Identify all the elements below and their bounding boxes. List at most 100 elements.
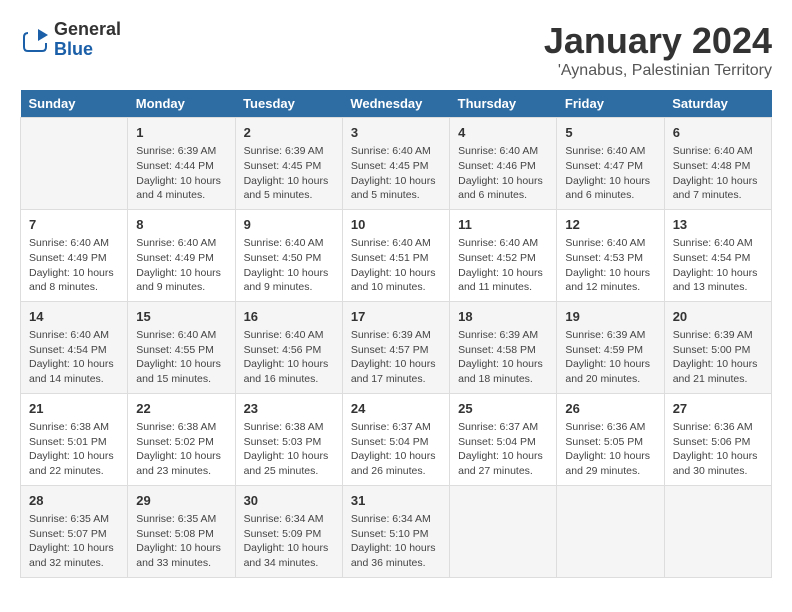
day-number: 20 <box>673 308 763 326</box>
calendar-week-row: 21Sunrise: 6:38 AM Sunset: 5:01 PM Dayli… <box>21 393 772 485</box>
calendar-cell: 9 Sunrise: 6:40 AM Sunset: 4:50 PM Daylig… <box>235 209 342 301</box>
day-number: 4 <box>458 124 548 142</box>
calendar-week-row: 1 Sunrise: 6:39 AM Sunset: 4:44 PM Daylig… <box>21 118 772 210</box>
day-number: 3 <box>351 124 441 142</box>
calendar-body: 1 Sunrise: 6:39 AM Sunset: 4:44 PM Daylig… <box>21 118 772 578</box>
calendar-cell: 27 Sunrise: 6:36 AM Sunset: 5:06 PM Dayli… <box>664 393 771 485</box>
title-section: January 2024 'Aynabus, Palestinian Terri… <box>544 20 772 80</box>
logo: General Blue <box>20 20 121 60</box>
day-info: Sunrise: 6:40 AM Sunset: 4:47 PM Dayligh… <box>565 144 655 203</box>
day-info: Sunrise: 6:36 AM Sunset: 5:05 PM Dayligh… <box>565 420 655 479</box>
calendar-cell: 8 Sunrise: 6:40 AM Sunset: 4:49 PM Daylig… <box>128 209 235 301</box>
day-info: Sunrise: 6:40 AM Sunset: 4:53 PM Dayligh… <box>565 236 655 295</box>
day-info: Sunrise: 6:38 AM Sunset: 5:03 PM Dayligh… <box>244 420 334 479</box>
day-info: Sunrise: 6:40 AM Sunset: 4:50 PM Dayligh… <box>244 236 334 295</box>
day-info: Sunrise: 6:38 AM Sunset: 5:02 PM Dayligh… <box>136 420 226 479</box>
calendar-cell: 20 Sunrise: 6:39 AM Sunset: 5:00 PM Dayli… <box>664 301 771 393</box>
day-number: 26 <box>565 400 655 418</box>
header-row: SundayMondayTuesdayWednesdayThursdayFrid… <box>21 90 772 118</box>
calendar-cell: 18Sunrise: 6:39 AM Sunset: 4:58 PM Dayli… <box>450 301 557 393</box>
calendar-cell: 15 Sunrise: 6:40 AM Sunset: 4:55 PM Dayli… <box>128 301 235 393</box>
calendar-cell: 29 Sunrise: 6:35 AM Sunset: 5:08 PM Dayli… <box>128 485 235 577</box>
calendar-cell: 5 Sunrise: 6:40 AM Sunset: 4:47 PM Daylig… <box>557 118 664 210</box>
day-number: 25 <box>458 400 548 418</box>
calendar-cell: 6Sunrise: 6:40 AM Sunset: 4:48 PM Daylig… <box>664 118 771 210</box>
header-day: Sunday <box>21 90 128 118</box>
day-number: 1 <box>136 124 226 142</box>
calendar-cell: 16 Sunrise: 6:40 AM Sunset: 4:56 PM Dayli… <box>235 301 342 393</box>
calendar-cell: 22 Sunrise: 6:38 AM Sunset: 5:02 PM Dayli… <box>128 393 235 485</box>
day-info: Sunrise: 6:39 AM Sunset: 5:00 PM Dayligh… <box>673 328 763 387</box>
calendar-cell: 11 Sunrise: 6:40 AM Sunset: 4:52 PM Dayli… <box>450 209 557 301</box>
calendar-cell: 2 Sunrise: 6:39 AM Sunset: 4:45 PM Daylig… <box>235 118 342 210</box>
day-info: Sunrise: 6:39 AM Sunset: 4:44 PM Dayligh… <box>136 144 226 203</box>
day-number: 22 <box>136 400 226 418</box>
day-number: 2 <box>244 124 334 142</box>
calendar-week-row: 28Sunrise: 6:35 AM Sunset: 5:07 PM Dayli… <box>21 485 772 577</box>
calendar-cell: 14Sunrise: 6:40 AM Sunset: 4:54 PM Dayli… <box>21 301 128 393</box>
day-info: Sunrise: 6:36 AM Sunset: 5:06 PM Dayligh… <box>673 420 763 479</box>
calendar-cell: 24 Sunrise: 6:37 AM Sunset: 5:04 PM Dayli… <box>342 393 449 485</box>
logo-general: General <box>54 20 121 40</box>
calendar-cell: 19 Sunrise: 6:39 AM Sunset: 4:59 PM Dayli… <box>557 301 664 393</box>
calendar-cell: 10 Sunrise: 6:40 AM Sunset: 4:51 PM Dayli… <box>342 209 449 301</box>
day-info: Sunrise: 6:40 AM Sunset: 4:55 PM Dayligh… <box>136 328 226 387</box>
day-number: 27 <box>673 400 763 418</box>
calendar-cell: 13 Sunrise: 6:40 AM Sunset: 4:54 PM Dayli… <box>664 209 771 301</box>
day-info: Sunrise: 6:39 AM Sunset: 4:59 PM Dayligh… <box>565 328 655 387</box>
day-info: Sunrise: 6:34 AM Sunset: 5:09 PM Dayligh… <box>244 512 334 571</box>
day-number: 10 <box>351 216 441 234</box>
day-number: 9 <box>244 216 334 234</box>
main-title: January 2024 <box>544 20 772 62</box>
day-number: 11 <box>458 216 548 234</box>
calendar-cell <box>21 118 128 210</box>
day-number: 5 <box>565 124 655 142</box>
day-info: Sunrise: 6:37 AM Sunset: 5:04 PM Dayligh… <box>458 420 548 479</box>
day-number: 7 <box>29 216 119 234</box>
day-info: Sunrise: 6:40 AM Sunset: 4:54 PM Dayligh… <box>673 236 763 295</box>
day-info: Sunrise: 6:39 AM Sunset: 4:45 PM Dayligh… <box>244 144 334 203</box>
day-info: Sunrise: 6:40 AM Sunset: 4:52 PM Dayligh… <box>458 236 548 295</box>
day-info: Sunrise: 6:35 AM Sunset: 5:08 PM Dayligh… <box>136 512 226 571</box>
header-day: Monday <box>128 90 235 118</box>
logo-blue: Blue <box>54 40 121 60</box>
calendar-cell <box>664 485 771 577</box>
day-number: 29 <box>136 492 226 510</box>
header-day: Friday <box>557 90 664 118</box>
day-number: 8 <box>136 216 226 234</box>
day-info: Sunrise: 6:40 AM Sunset: 4:45 PM Dayligh… <box>351 144 441 203</box>
day-number: 15 <box>136 308 226 326</box>
calendar-cell: 28Sunrise: 6:35 AM Sunset: 5:07 PM Dayli… <box>21 485 128 577</box>
logo-icon <box>20 25 50 55</box>
calendar-cell <box>450 485 557 577</box>
header-day: Saturday <box>664 90 771 118</box>
day-info: Sunrise: 6:40 AM Sunset: 4:51 PM Dayligh… <box>351 236 441 295</box>
day-number: 24 <box>351 400 441 418</box>
day-number: 6 <box>673 124 763 142</box>
calendar-week-row: 14Sunrise: 6:40 AM Sunset: 4:54 PM Dayli… <box>21 301 772 393</box>
calendar-cell: 12Sunrise: 6:40 AM Sunset: 4:53 PM Dayli… <box>557 209 664 301</box>
calendar-cell: 25 Sunrise: 6:37 AM Sunset: 5:04 PM Dayli… <box>450 393 557 485</box>
logo-text: General Blue <box>54 20 121 60</box>
day-number: 31 <box>351 492 441 510</box>
subtitle: 'Aynabus, Palestinian Territory <box>544 62 772 80</box>
day-number: 17 <box>351 308 441 326</box>
day-number: 16 <box>244 308 334 326</box>
day-number: 13 <box>673 216 763 234</box>
calendar-cell: 7Sunrise: 6:40 AM Sunset: 4:49 PM Daylig… <box>21 209 128 301</box>
header-day: Tuesday <box>235 90 342 118</box>
page-header: General Blue January 2024 'Aynabus, Pale… <box>20 20 772 80</box>
day-number: 14 <box>29 308 119 326</box>
day-number: 19 <box>565 308 655 326</box>
calendar-cell: 4Sunrise: 6:40 AM Sunset: 4:46 PM Daylig… <box>450 118 557 210</box>
day-info: Sunrise: 6:37 AM Sunset: 5:04 PM Dayligh… <box>351 420 441 479</box>
calendar-cell: 23Sunrise: 6:38 AM Sunset: 5:03 PM Dayli… <box>235 393 342 485</box>
calendar-cell: 30Sunrise: 6:34 AM Sunset: 5:09 PM Dayli… <box>235 485 342 577</box>
day-info: Sunrise: 6:40 AM Sunset: 4:56 PM Dayligh… <box>244 328 334 387</box>
calendar-cell: 3 Sunrise: 6:40 AM Sunset: 4:45 PM Daylig… <box>342 118 449 210</box>
calendar-cell: 1 Sunrise: 6:39 AM Sunset: 4:44 PM Daylig… <box>128 118 235 210</box>
header-day: Thursday <box>450 90 557 118</box>
calendar-cell: 26 Sunrise: 6:36 AM Sunset: 5:05 PM Dayli… <box>557 393 664 485</box>
day-info: Sunrise: 6:38 AM Sunset: 5:01 PM Dayligh… <box>29 420 119 479</box>
day-info: Sunrise: 6:40 AM Sunset: 4:49 PM Dayligh… <box>136 236 226 295</box>
